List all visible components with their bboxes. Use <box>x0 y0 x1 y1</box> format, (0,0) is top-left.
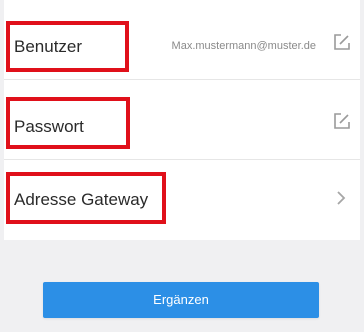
add-button[interactable]: Ergänzen <box>43 282 319 318</box>
highlight-box-password <box>6 97 130 149</box>
user-value: Max.mustermann@muster.de <box>171 40 316 52</box>
edit-icon[interactable] <box>332 111 352 131</box>
highlight-box-gateway <box>6 172 166 224</box>
screen: Benutzer Max.mustermann@muster.de Passwo… <box>0 0 364 332</box>
chevron-right-icon <box>334 188 348 208</box>
highlight-box-user <box>6 21 129 72</box>
edit-icon[interactable] <box>332 32 352 52</box>
